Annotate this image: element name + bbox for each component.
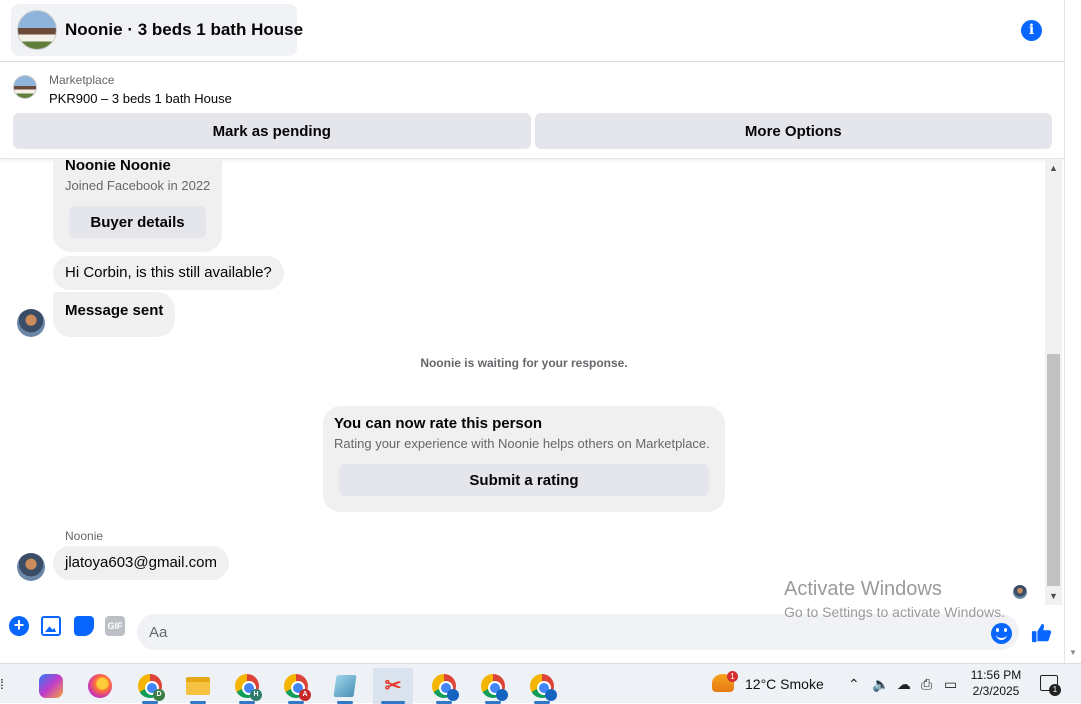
photo-icon[interactable]	[41, 616, 61, 636]
weather-text[interactable]: 12°C Smoke	[745, 676, 824, 692]
rating-description: Rating your experience with Noonie helps…	[334, 436, 710, 451]
chrome-icon: A	[284, 674, 311, 701]
buyer-joined-text: Joined Facebook in 2022	[65, 178, 211, 193]
camera-icon[interactable]: ⎙	[921, 676, 932, 693]
messenger-window: Noonie · 3 beds 1 bath House i Marketpla…	[0, 0, 1081, 663]
listing-avatar	[17, 10, 57, 50]
message-input[interactable]	[137, 614, 1019, 650]
message-bubble[interactable]: jlatoya603@gmail.com	[53, 546, 229, 580]
thumbs-up-icon[interactable]	[1031, 622, 1053, 644]
copilot-icon	[39, 674, 63, 698]
rating-title: You can now rate this person	[334, 415, 543, 432]
listing-thumbnail[interactable]	[13, 75, 37, 99]
taskbar-file-explorer[interactable]	[178, 668, 218, 704]
more-options-button[interactable]: More Options	[534, 113, 1052, 149]
sticker-icon[interactable]	[74, 616, 94, 636]
taskbar-chrome-profile-h[interactable]: H	[227, 668, 267, 704]
plus-icon[interactable]: +	[9, 616, 29, 636]
sender-avatar[interactable]	[17, 553, 45, 581]
weather-badge: 1	[727, 671, 738, 682]
message-list: Noonie Noonie Joined Facebook in 2022 Bu…	[0, 160, 1045, 605]
taskbar-chrome-profile-d[interactable]: D	[130, 668, 170, 704]
conversation-title-button[interactable]: Noonie · 3 beds 1 bath House	[11, 4, 303, 56]
info-icon[interactable]: i	[1021, 20, 1042, 41]
profile-badge: D	[153, 689, 165, 701]
taskbar-copilot[interactable]	[31, 668, 71, 704]
buyer-card: Noonie Noonie Joined Facebook in 2022 Bu…	[53, 160, 222, 252]
firefox-icon	[88, 674, 112, 698]
buyer-details-button[interactable]: Buyer details	[69, 206, 206, 238]
chrome-icon	[530, 674, 557, 701]
sender-name-label: Noonie	[65, 529, 104, 543]
conversation-title: Noonie · 3 beds 1 bath House	[65, 20, 304, 39]
rating-card: You can now rate this person Rating your…	[323, 406, 725, 512]
scroll-up-arrow-icon[interactable]: ▲	[1045, 160, 1062, 177]
notepad-icon	[333, 675, 357, 697]
message-list-scrollbar[interactable]: ▲ ▼	[1045, 160, 1062, 605]
message-bubble[interactable]: Message sent	[53, 292, 176, 337]
taskbar-notepad[interactable]	[325, 668, 365, 704]
sender-avatar[interactable]	[17, 309, 45, 337]
taskbar-chrome-profile-a[interactable]: A	[276, 668, 316, 704]
chrome-icon	[432, 674, 459, 701]
scrollbar-thumb[interactable]	[1047, 354, 1060, 586]
taskbar-chrome-1[interactable]	[424, 668, 464, 704]
start-edge-icon[interactable]: ⁞	[0, 676, 4, 692]
taskbar-chrome-3[interactable]	[522, 668, 562, 704]
scroll-down-arrow-icon[interactable]: ▼	[1045, 588, 1062, 605]
profile-badge: H	[250, 689, 262, 701]
taskbar-snipping-tool[interactable]: ✂	[373, 668, 413, 704]
marketplace-label: Marketplace	[49, 73, 115, 87]
taskbar-chrome-2[interactable]	[473, 668, 513, 704]
chrome-icon: H	[235, 674, 262, 701]
gif-icon[interactable]: GIF	[105, 616, 125, 636]
taskbar-firefox[interactable]	[80, 668, 120, 704]
chevron-up-icon[interactable]: ⌃	[848, 676, 860, 693]
mark-as-pending-button[interactable]: Mark as pending	[13, 113, 531, 149]
listing-bar: Marketplace PKR900 – 3 beds 1 bath House…	[0, 63, 1064, 159]
cloud-icon[interactable]: ☁	[897, 676, 911, 693]
chrome-icon	[481, 674, 508, 701]
windows-taskbar: ⁞ D H A ✂ 1 12°C Smoke ⌃ 🔈 ☁ ⎙ ▭ 11:56 P…	[0, 663, 1081, 704]
seen-indicator-avatar	[1013, 585, 1027, 599]
clock-date: 2/3/2025	[972, 684, 1020, 698]
submit-rating-button[interactable]: Submit a rating	[339, 464, 709, 496]
conversation-header: Noonie · 3 beds 1 bath House i	[0, 0, 1064, 62]
emoji-icon[interactable]	[991, 623, 1012, 644]
waiting-notice: Noonie is waiting for your response.	[420, 356, 628, 370]
listing-title[interactable]: PKR900 – 3 beds 1 bath House	[49, 91, 232, 106]
profile-badge: A	[299, 689, 311, 701]
network-icon[interactable]: ▭	[944, 676, 957, 693]
scissors-icon: ✂	[384, 675, 402, 697]
page-scrollbar[interactable]: ▼	[1064, 0, 1081, 663]
folder-icon	[186, 677, 210, 695]
buyer-name: Noonie Noonie	[65, 160, 171, 174]
notification-count: 1	[1049, 684, 1061, 696]
clock-time: 11:56 PM	[970, 668, 1022, 682]
listing-actions: Mark as pending More Options	[13, 113, 1052, 149]
system-clock[interactable]: 11:56 PM 2/3/2025	[960, 667, 1032, 699]
speaker-icon[interactable]: 🔈	[872, 676, 889, 693]
chrome-icon: D	[138, 674, 165, 701]
scroll-down-arrow-icon[interactable]: ▼	[1069, 648, 1077, 657]
message-composer: + GIF	[0, 605, 1064, 663]
message-bubble[interactable]: Hi Corbin, is this still available?	[53, 256, 284, 290]
